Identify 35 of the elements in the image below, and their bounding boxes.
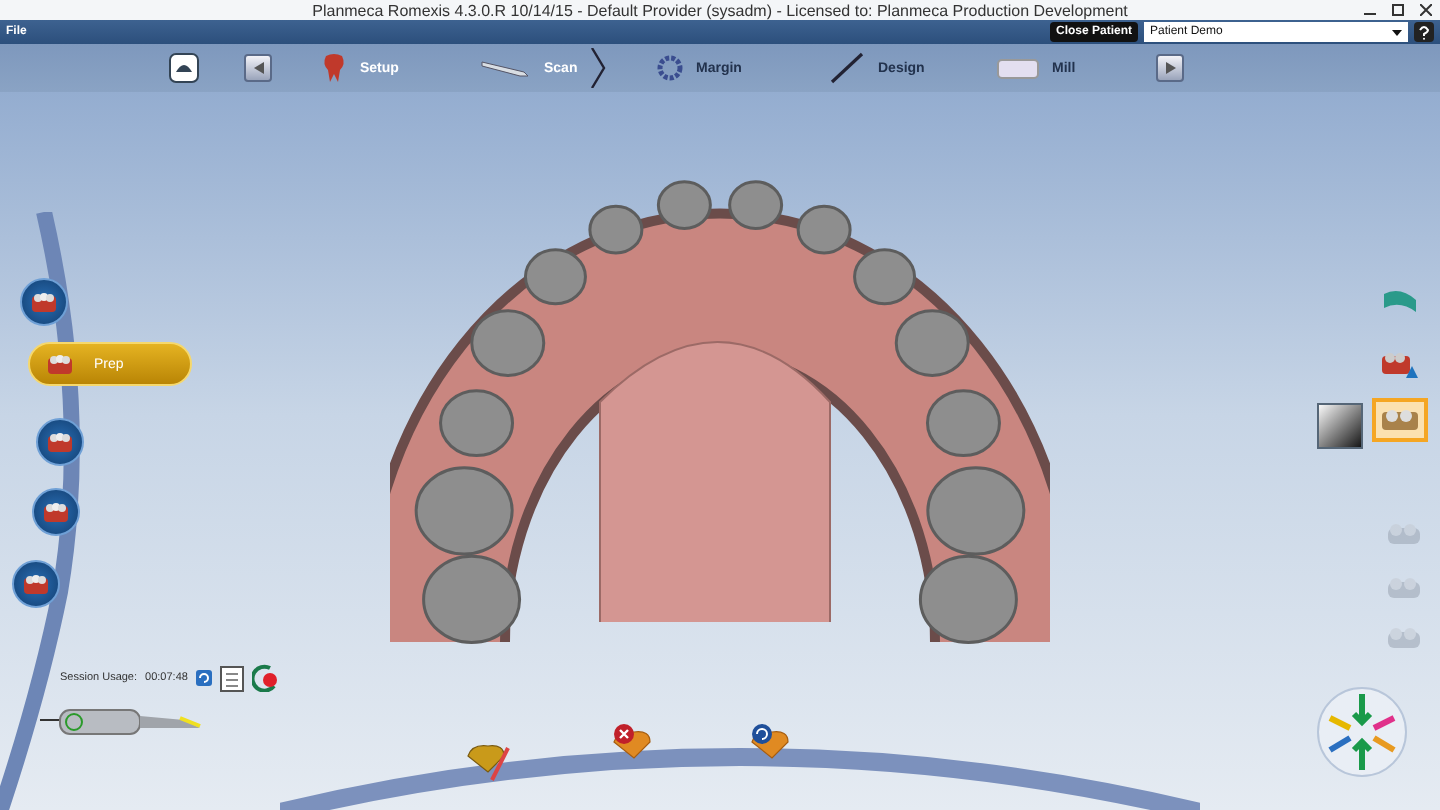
teeth-icon — [46, 352, 74, 376]
teeth-icon — [1380, 406, 1420, 434]
pen-icon — [830, 52, 866, 84]
back-button[interactable] — [244, 54, 272, 82]
refresh-icon[interactable] — [195, 670, 212, 686]
shade-gradient-icon — [1316, 402, 1364, 450]
teeth-icon — [42, 500, 70, 524]
ring-icon — [656, 54, 684, 82]
tooth-icon — [320, 52, 348, 84]
teeth-icon — [1386, 624, 1422, 652]
maximize-icon[interactable] — [1392, 4, 1404, 16]
tool-button[interactable] — [20, 278, 68, 326]
navigation-compass-icon[interactable] — [1316, 686, 1408, 778]
help-button[interactable] — [1414, 22, 1434, 42]
chevron-icon — [589, 48, 606, 88]
forward-button[interactable] — [1156, 54, 1184, 82]
scanner-icon — [480, 58, 532, 78]
teeth-icon — [1386, 574, 1422, 602]
close-icon[interactable] — [1420, 4, 1432, 16]
tool-button[interactable] — [36, 418, 84, 466]
tool-button[interactable] — [12, 560, 60, 608]
back-arrow-icon — [253, 62, 263, 74]
teeth-icon — [30, 290, 58, 314]
caret-icon — [1392, 29, 1402, 35]
tool-button[interactable] — [32, 488, 80, 536]
view-tool-button[interactable] — [1372, 398, 1428, 442]
forward-arrow-icon — [1165, 62, 1175, 74]
teeth-icon — [1386, 520, 1422, 548]
teeth-icon — [46, 430, 74, 454]
connection-status-icon — [251, 664, 280, 692]
home-icon[interactable] — [168, 52, 200, 84]
help-icon — [1418, 25, 1430, 39]
window-title: Planmeca Romexis 4.3.0.R 10/14/15 - Default Provider (sysadm) - Licensed to: Planmeca Production Development — [312, 1, 1128, 19]
warning-teeth-icon — [1380, 348, 1420, 380]
teeth-icon — [22, 572, 50, 596]
